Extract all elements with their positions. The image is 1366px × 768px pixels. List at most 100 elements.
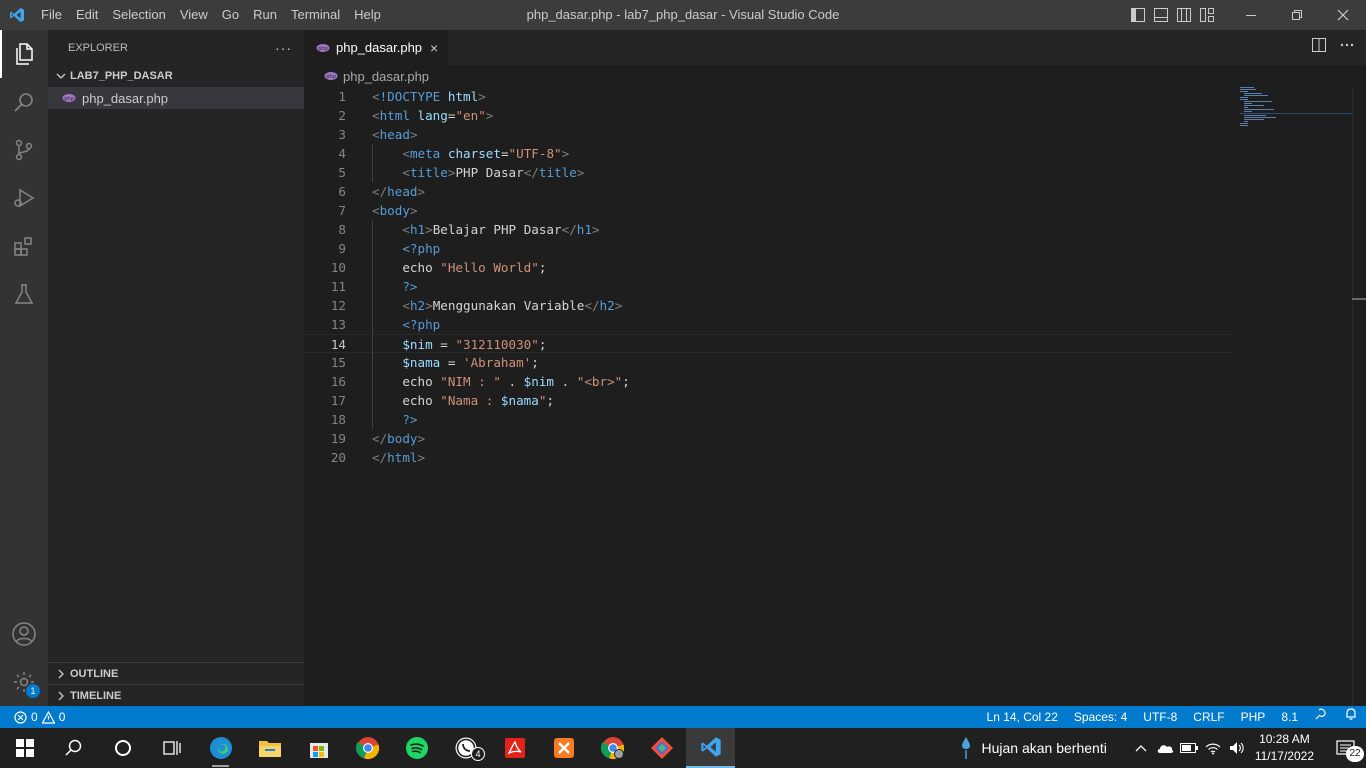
chrome-icon[interactable] bbox=[343, 728, 392, 768]
language-mode[interactable]: PHP bbox=[1233, 706, 1274, 728]
menu-file[interactable]: File bbox=[34, 0, 69, 30]
search-icon[interactable] bbox=[0, 78, 48, 126]
code-line[interactable]: 16 echo "NIM : " . $nim . "<br>"; bbox=[304, 372, 1234, 391]
code-token: < bbox=[372, 127, 380, 142]
run-debug-icon[interactable] bbox=[0, 174, 48, 222]
tab-php-dasar[interactable]: php php_dasar.php × bbox=[304, 30, 449, 65]
menu-help[interactable]: Help bbox=[347, 0, 388, 30]
git-icon[interactable] bbox=[637, 728, 686, 768]
close-tab-icon[interactable]: × bbox=[430, 40, 438, 56]
wifi-icon[interactable] bbox=[1201, 728, 1225, 768]
code-line[interactable]: 4 <meta charset="UTF-8"> bbox=[304, 144, 1234, 163]
vscode-taskbar-icon[interactable] bbox=[686, 728, 735, 768]
code-line[interactable]: 13 <?php bbox=[304, 315, 1234, 334]
code-line[interactable]: 20 </html> bbox=[304, 448, 1234, 467]
code-line[interactable]: 1 <!DOCTYPE html> bbox=[304, 87, 1234, 106]
notification-center-icon[interactable]: 22 bbox=[1326, 728, 1366, 768]
store-icon[interactable] bbox=[294, 728, 343, 768]
code-token: "<br>" bbox=[576, 374, 623, 389]
menu-selection[interactable]: Selection bbox=[105, 0, 172, 30]
code-token: ?> bbox=[402, 412, 418, 427]
code-line[interactable]: 2 <html lang="en"> bbox=[304, 106, 1234, 125]
onedrive-cloud-icon[interactable] bbox=[1153, 728, 1177, 768]
menu-go[interactable]: Go bbox=[215, 0, 246, 30]
file-explorer-icon[interactable] bbox=[245, 728, 294, 768]
toggle-primary-sidebar-icon[interactable] bbox=[1126, 0, 1149, 30]
chrome-profile-icon[interactable] bbox=[588, 728, 637, 768]
end-of-line[interactable]: CRLF bbox=[1185, 706, 1232, 728]
split-editor-icon[interactable] bbox=[1312, 38, 1326, 57]
menu-terminal[interactable]: Terminal bbox=[284, 0, 347, 30]
windows-start-icon[interactable] bbox=[0, 728, 49, 768]
workspace-folder[interactable]: LAB7_PHP_DASAR bbox=[48, 65, 304, 87]
xampp-icon[interactable] bbox=[539, 728, 588, 768]
indent-guide bbox=[372, 372, 373, 391]
whatsapp-icon[interactable]: 4 bbox=[441, 728, 490, 768]
toggle-secondary-sidebar-icon[interactable] bbox=[1172, 0, 1195, 30]
line-number: 5 bbox=[338, 165, 346, 180]
code-line[interactable]: 17 echo "Nama : $nama"; bbox=[304, 391, 1234, 410]
php-version[interactable]: 8.1 bbox=[1273, 706, 1306, 728]
menu-edit[interactable]: Edit bbox=[69, 0, 105, 30]
more-editor-actions-icon[interactable] bbox=[1340, 38, 1354, 57]
testing-icon[interactable] bbox=[0, 270, 48, 318]
menu-bar: File Edit Selection View Go Run Terminal… bbox=[34, 0, 388, 30]
code-line[interactable]: 15 $nama = 'Abraham'; bbox=[304, 353, 1234, 372]
menu-run[interactable]: Run bbox=[246, 0, 284, 30]
breadcrumb[interactable]: php php_dasar.php bbox=[304, 65, 1366, 87]
explorer-icon[interactable] bbox=[0, 30, 48, 78]
code-line[interactable]: 14 $nim = "312110030"; bbox=[304, 334, 1234, 354]
close-window-icon[interactable] bbox=[1320, 0, 1366, 30]
indent-guide bbox=[372, 410, 373, 429]
source-control-icon[interactable] bbox=[0, 126, 48, 174]
restore-icon[interactable] bbox=[1274, 0, 1320, 30]
problems-indicator[interactable]: 0 0 bbox=[0, 710, 65, 724]
line-number: 6 bbox=[338, 184, 346, 199]
code-line[interactable]: 9 <?php bbox=[304, 239, 1234, 258]
weather-widget[interactable]: Hujan akan berhenti bbox=[960, 736, 1107, 760]
acrobat-icon[interactable] bbox=[490, 728, 539, 768]
scrollbar-cursor-marker bbox=[1352, 298, 1366, 300]
clock[interactable]: 10:28 AM 11/17/2022 bbox=[1255, 731, 1314, 765]
indent-guide bbox=[372, 296, 373, 315]
code-token: body bbox=[379, 203, 410, 218]
indentation[interactable]: Spaces: 4 bbox=[1066, 706, 1135, 728]
volume-icon[interactable] bbox=[1225, 728, 1249, 768]
outline-section[interactable]: OUTLINE bbox=[48, 662, 304, 684]
file-item[interactable]: php php_dasar.php bbox=[48, 87, 304, 109]
menu-view[interactable]: View bbox=[173, 0, 215, 30]
show-hidden-icons-icon[interactable] bbox=[1129, 728, 1153, 768]
minimize-icon[interactable] bbox=[1228, 0, 1274, 30]
settings-gear-icon[interactable]: 1 bbox=[0, 658, 48, 706]
notifications-bell-icon[interactable] bbox=[1336, 706, 1366, 728]
code-line[interactable]: 18 ?> bbox=[304, 410, 1234, 429]
code-line[interactable]: 19 </body> bbox=[304, 429, 1234, 448]
code-line[interactable]: 12 <h2>Menggunakan Variable</h2> bbox=[304, 296, 1234, 315]
editor-scrollbar[interactable] bbox=[1352, 87, 1366, 706]
encoding[interactable]: UTF-8 bbox=[1135, 706, 1185, 728]
code-line[interactable]: 7 <body> bbox=[304, 201, 1234, 220]
task-view-icon[interactable] bbox=[147, 728, 196, 768]
cursor-position[interactable]: Ln 14, Col 22 bbox=[979, 706, 1066, 728]
edge-icon[interactable] bbox=[196, 728, 245, 768]
weather-text: Hujan akan berhenti bbox=[981, 740, 1107, 756]
minimap[interactable] bbox=[1240, 87, 1352, 127]
code-line[interactable]: 10 echo "Hello World"; bbox=[304, 258, 1234, 277]
code-line[interactable]: 3 <head> bbox=[304, 125, 1234, 144]
battery-icon[interactable] bbox=[1177, 728, 1201, 768]
more-actions-icon[interactable]: ··· bbox=[275, 40, 292, 56]
code-editor[interactable]: 1 <!DOCTYPE html> 2 <html lang="en"> 3 <head>… bbox=[304, 87, 1234, 467]
code-line[interactable]: 8 <h1>Belajar PHP Dasar</h1> bbox=[304, 220, 1234, 239]
toggle-panel-icon[interactable] bbox=[1149, 0, 1172, 30]
cortana-icon[interactable] bbox=[98, 728, 147, 768]
account-icon[interactable] bbox=[0, 610, 48, 658]
code-line[interactable]: 6 </head> bbox=[304, 182, 1234, 201]
code-line[interactable]: 5 <title>PHP Dasar</title> bbox=[304, 163, 1234, 182]
spotify-icon[interactable] bbox=[392, 728, 441, 768]
timeline-section[interactable]: TIMELINE bbox=[48, 684, 304, 706]
code-line[interactable]: 11 ?> bbox=[304, 277, 1234, 296]
feedback-icon[interactable] bbox=[1306, 706, 1336, 728]
search-icon[interactable] bbox=[49, 728, 98, 768]
customize-layout-icon[interactable] bbox=[1195, 0, 1218, 30]
extensions-icon[interactable] bbox=[0, 222, 48, 270]
